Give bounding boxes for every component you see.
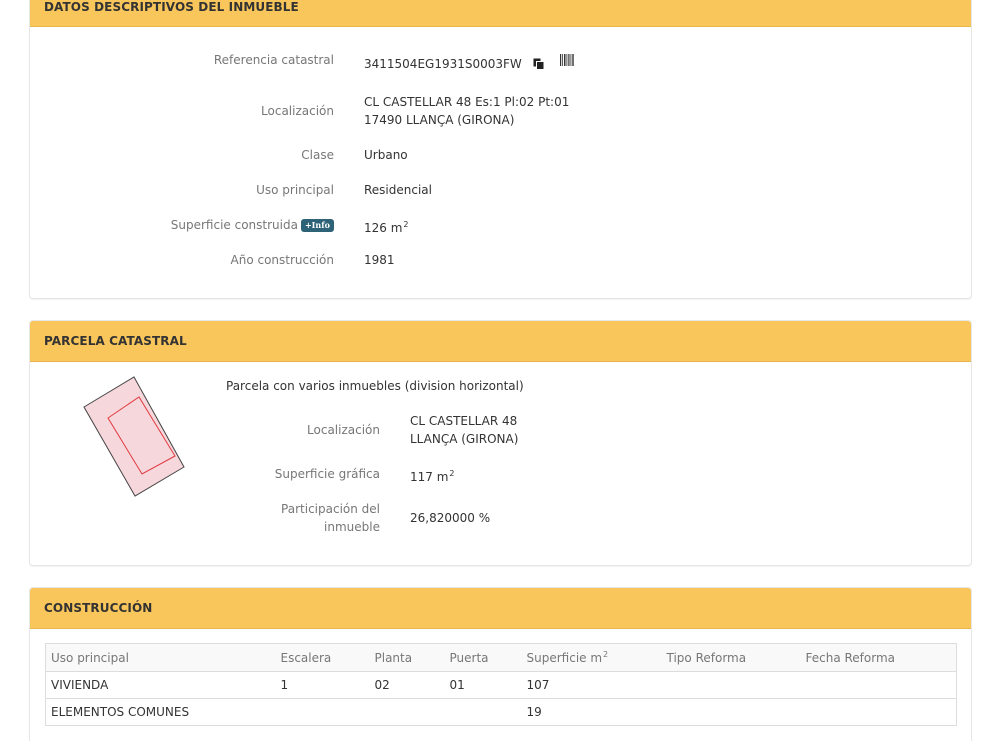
unit-superscript: 2 [403, 220, 409, 229]
table-header-row: Uso principal Escalera Planta Puerta Sup… [45, 643, 957, 672]
superficie-construida-number: 126 m [364, 221, 403, 235]
participacion-label-line1: Participación del [281, 502, 380, 516]
panel-title: DATOS DESCRIPTIVOS DEL INMUEBLE [30, 0, 971, 27]
col-superficie: Superficie m2 [521, 643, 662, 672]
superficie-grafica-label: Superficie gráfica [274, 467, 380, 481]
table-cell: 02 [369, 671, 445, 699]
ano-construccion-value: 1981 [364, 253, 395, 267]
table-cell: 1 [275, 671, 370, 699]
parcel-localizacion-label: Localización [307, 423, 380, 437]
table-cell: 19 [521, 698, 662, 726]
panel-title: CONSTRUCCIÓN [30, 588, 971, 629]
unit-superscript: 2 [449, 469, 455, 478]
construccion-panel: CONSTRUCCIÓN Uso principal Escalera Plan… [29, 587, 972, 741]
clase-label: Clase [301, 148, 334, 162]
ref-catastral-label: Referencia catastral [213, 53, 334, 67]
parcela-catastral-panel: PARCELA CATASTRAL Parcela con varios inm… [29, 320, 972, 566]
table-cell: VIVIENDA [45, 671, 276, 699]
table-cell [661, 698, 801, 726]
parcel-description: Parcela con varios inmuebles (division h… [226, 379, 524, 393]
uso-principal-label: Uso principal [256, 183, 334, 197]
table-cell [800, 698, 957, 726]
ref-catastral-value: 3411504EG1931S0003FW [364, 57, 522, 71]
barcode-icon[interactable] [560, 54, 574, 66]
construccion-table: Uso principal Escalera Planta Puerta Sup… [45, 643, 957, 726]
col-escalera: Escalera [275, 643, 370, 672]
table-cell [369, 698, 445, 726]
localizacion-line2: 17490 LLANÇA (GIRONA) [364, 113, 515, 127]
unit-superscript: 2 [603, 650, 609, 659]
superficie-construida-label: Superficie construida +Info [30, 216, 334, 234]
uso-principal-value: Residencial [364, 183, 432, 197]
table-cell [275, 698, 370, 726]
ano-construccion-label: Año construcción [230, 253, 335, 267]
copy-icon[interactable] [533, 58, 545, 70]
col-fecha-reforma: Fecha Reforma [800, 643, 957, 672]
superficie-grafica-number: 117 m [410, 470, 449, 484]
panel-title: PARCELA CATASTRAL [30, 321, 971, 362]
table-cell [661, 671, 801, 699]
col-planta: Planta [369, 643, 445, 672]
info-badge[interactable]: +Info [300, 219, 334, 232]
participacion-label-line2: inmueble [324, 520, 380, 534]
table-cell: 01 [444, 671, 522, 699]
datos-descriptivos-panel: DATOS DESCRIPTIVOS DEL INMUEBLE Referenc… [29, 0, 972, 299]
superficie-construida-value: 126 m2 [364, 216, 409, 237]
col-tipo-reforma: Tipo Reforma [661, 643, 801, 672]
participacion-value: 26,820000 % [410, 511, 491, 525]
table-row: ELEMENTOS COMUNES 19 [45, 698, 957, 726]
col-superficie-text: Superficie m [526, 651, 603, 665]
localizacion-line1: CL CASTELLAR 48 Es:1 Pl:02 Pt:01 [364, 95, 570, 109]
parcel-localizacion-line2: LLANÇA (GIRONA) [410, 432, 519, 446]
superficie-grafica-value: 117 m2 [410, 465, 455, 486]
clase-value: Urbano [364, 148, 408, 162]
localizacion-label: Localización [261, 104, 334, 118]
col-puerta: Puerta [444, 643, 522, 672]
col-uso-principal: Uso principal [45, 643, 276, 672]
table-row: VIVIENDA 1 02 01 107 [45, 671, 957, 699]
superficie-construida-text: Superficie construida [170, 218, 298, 232]
parcel-localizacion-line1: CL CASTELLAR 48 [410, 414, 518, 428]
table-cell: ELEMENTOS COMUNES [45, 698, 276, 726]
table-cell [800, 671, 957, 699]
table-cell [444, 698, 522, 726]
table-cell: 107 [521, 671, 662, 699]
